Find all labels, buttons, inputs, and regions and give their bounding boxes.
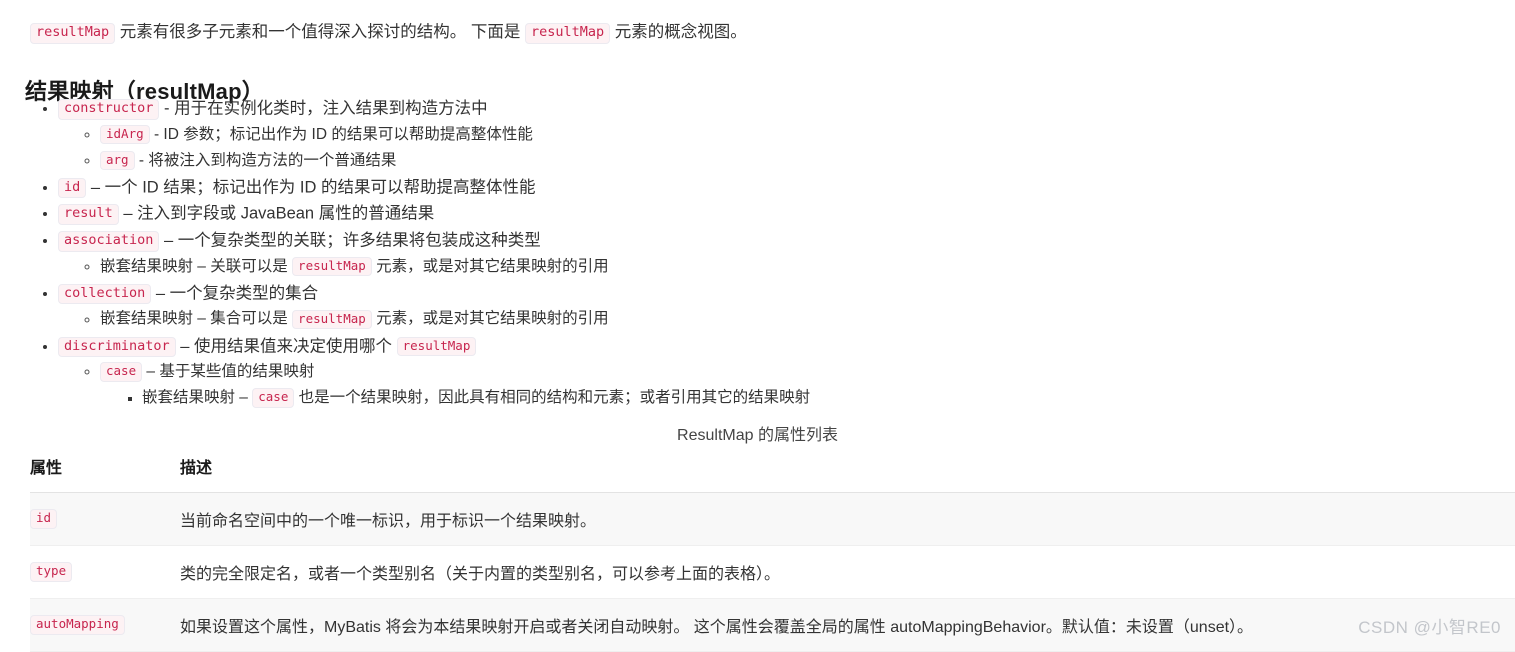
list-item-label-post: 元素，或是对其它结果映射的引用 [376,257,609,275]
attributes-table: 属性 描述 id 当前命名空间中的一个唯一标识，用于标识一个结果映射。 type [30,450,1515,652]
table-header-row: 属性 描述 [30,450,1515,493]
list-item-label-pre: 嵌套结果映射 – [142,389,248,407]
list-item: id – 一个 ID 结果；标记出作为 ID 的结果可以帮助提高整体性能 [58,174,1500,201]
cell-description: 类的完全限定名，或者一个类型别名（关于内置的类型别名，可以参考上面的表格）。 [180,545,1515,599]
resultmap-element-list: constructor - 用于在实例化类时，注入结果到构造方法中 idArg … [0,95,1500,411]
intro-text-part2: 元素的概念视图。 [614,23,747,41]
list-level-2: 嵌套结果映射 – 集合可以是 resultMap 元素，或是对其它结果映射的引用 [58,306,1500,332]
cell-description: 如果设置这个属性，MyBatis 将会为本结果映射开启或者关闭自动映射。 这个属… [180,598,1515,652]
list-item: association – 一个复杂类型的关联；许多结果将包装成这种类型 嵌套结… [58,227,1500,280]
intro-paragraph: resultMap 元素有很多子元素和一个值得深入探讨的结构。 下面是 resu… [30,18,747,46]
list-level-1: constructor - 用于在实例化类时，注入结果到构造方法中 idArg … [0,95,1500,411]
inline-code-case: case [100,362,143,382]
table-caption: ResultMap 的属性列表 [677,427,838,444]
list-item: case – 基于某些值的结果映射 嵌套结果映射 – case 也是一个结果映射… [100,359,1500,411]
list-item: idArg - ID 参数；标记出作为 ID 的结果可以帮助提高整体性能 [100,122,1500,148]
csdn-watermark: CSDN @小智RE0 [1358,618,1501,637]
inline-code-automapping: autoMapping [30,615,125,635]
inline-code-discriminator: discriminator [58,336,176,358]
list-item-label-pre: 嵌套结果映射 – 集合可以是 [100,310,288,328]
list-level-2: case – 基于某些值的结果映射 嵌套结果映射 – case 也是一个结果映射… [58,359,1500,411]
list-item-label: - ID 参数；标记出作为 ID 的结果可以帮助提高整体性能 [153,125,533,143]
inline-code-arg: arg [100,150,135,171]
list-item: 嵌套结果映射 – 集合可以是 resultMap 元素，或是对其它结果映射的引用 [100,306,1500,332]
inline-code-idarg: idArg [100,124,150,145]
article-page: resultMap 元素有很多子元素和一个值得深入探讨的结构。 下面是 resu… [0,0,1515,652]
inline-code-id: id [30,509,58,529]
inline-code-resultmap: resultMap [30,23,116,44]
description-text: 如果设置这个属性，MyBatis 将会为本结果映射开启或者关闭自动映射。 这个属… [180,619,1254,636]
inline-code-type: type [30,562,73,582]
column-header-description: 描述 [180,450,1515,493]
list-item-label: – 注入到字段或 JavaBean 属性的普通结果 [123,205,435,224]
list-item: collection – 一个复杂类型的集合 嵌套结果映射 – 集合可以是 re… [58,280,1500,333]
description-text: 类的完全限定名，或者一个类型别名（关于内置的类型别名，可以参考上面的表格）。 [180,566,781,583]
inline-code-resultmap: resultMap [524,23,611,44]
table-body: id 当前命名空间中的一个唯一标识，用于标识一个结果映射。 type 类的完全限… [30,492,1515,652]
list-item-label: - 用于在实例化类时，注入结果到构造方法中 [164,99,488,118]
list-item-label: – 一个 ID 结果；标记出作为 ID 的结果可以帮助提高整体性能 [90,178,536,197]
inline-code-case: case [252,388,295,408]
table-row: type 类的完全限定名，或者一个类型别名（关于内置的类型别名，可以参考上面的表… [30,545,1515,599]
list-item-label: – 使用结果值来决定使用哪个 [180,337,393,356]
cell-attribute: id [30,492,180,546]
list-item: 嵌套结果映射 – 关联可以是 resultMap 元素，或是对其它结果映射的引用 [100,254,1500,280]
list-item: 嵌套结果映射 – case 也是一个结果映射，因此具有相同的结构和元素；或者引用… [142,385,1500,411]
description-text: 当前命名空间中的一个唯一标识，用于标识一个结果映射。 [180,513,597,530]
cell-attribute: autoMapping [30,598,180,652]
column-header-attribute: 属性 [30,450,180,493]
cell-attribute: type [30,545,180,599]
list-item-label-pre: 嵌套结果映射 – 关联可以是 [100,257,288,275]
list-item: discriminator – 使用结果值来决定使用哪个 resultMap c… [58,333,1500,412]
attributes-table-wrap: 属性 描述 id 当前命名空间中的一个唯一标识，用于标识一个结果映射。 type [30,450,1515,652]
table-head: 属性 描述 [30,450,1515,493]
inline-code-id: id [58,177,87,199]
list-item: result – 注入到字段或 JavaBean 属性的普通结果 [58,200,1500,227]
list-item-label: - 将被注入到构造方法的一个普通结果 [138,151,397,169]
list-level-2: idArg - ID 参数；标记出作为 ID 的结果可以帮助提高整体性能 arg… [58,122,1500,174]
inline-code-collection: collection [58,283,152,305]
intro-text-part1: 元素有很多子元素和一个值得深入探讨的结构。 下面是 [119,23,521,41]
inline-code-result: result [58,204,119,225]
table-row: autoMapping 如果设置这个属性，MyBatis 将会为本结果映射开启或… [30,598,1515,652]
list-item-label: – 基于某些值的结果映射 [146,363,315,381]
inline-code-constructor: constructor [58,99,160,120]
inline-code-resultmap: resultMap [292,256,372,277]
list-item-label-post: 元素，或是对其它结果映射的引用 [376,310,609,328]
list-level-3: 嵌套结果映射 – case 也是一个结果映射，因此具有相同的结构和元素；或者引用… [100,385,1500,411]
inline-code-resultmap: resultMap [292,309,372,330]
list-level-2: 嵌套结果映射 – 关联可以是 resultMap 元素，或是对其它结果映射的引用 [58,254,1500,280]
list-item: constructor - 用于在实例化类时，注入结果到构造方法中 idArg … [58,95,1500,174]
list-item-label: – 一个复杂类型的关联；许多结果将包装成这种类型 [164,231,541,250]
inline-code-association: association [58,231,160,252]
list-item: arg - 将被注入到构造方法的一个普通结果 [100,148,1500,174]
table-row: id 当前命名空间中的一个唯一标识，用于标识一个结果映射。 [30,492,1515,546]
list-item-label: – 一个复杂类型的集合 [155,284,319,303]
list-item-label-post: 也是一个结果映射，因此具有相同的结构和元素；或者引用其它的结果映射 [298,389,811,407]
inline-code-resultmap: resultMap [396,336,477,357]
cell-description: 当前命名空间中的一个唯一标识，用于标识一个结果映射。 [180,492,1515,546]
